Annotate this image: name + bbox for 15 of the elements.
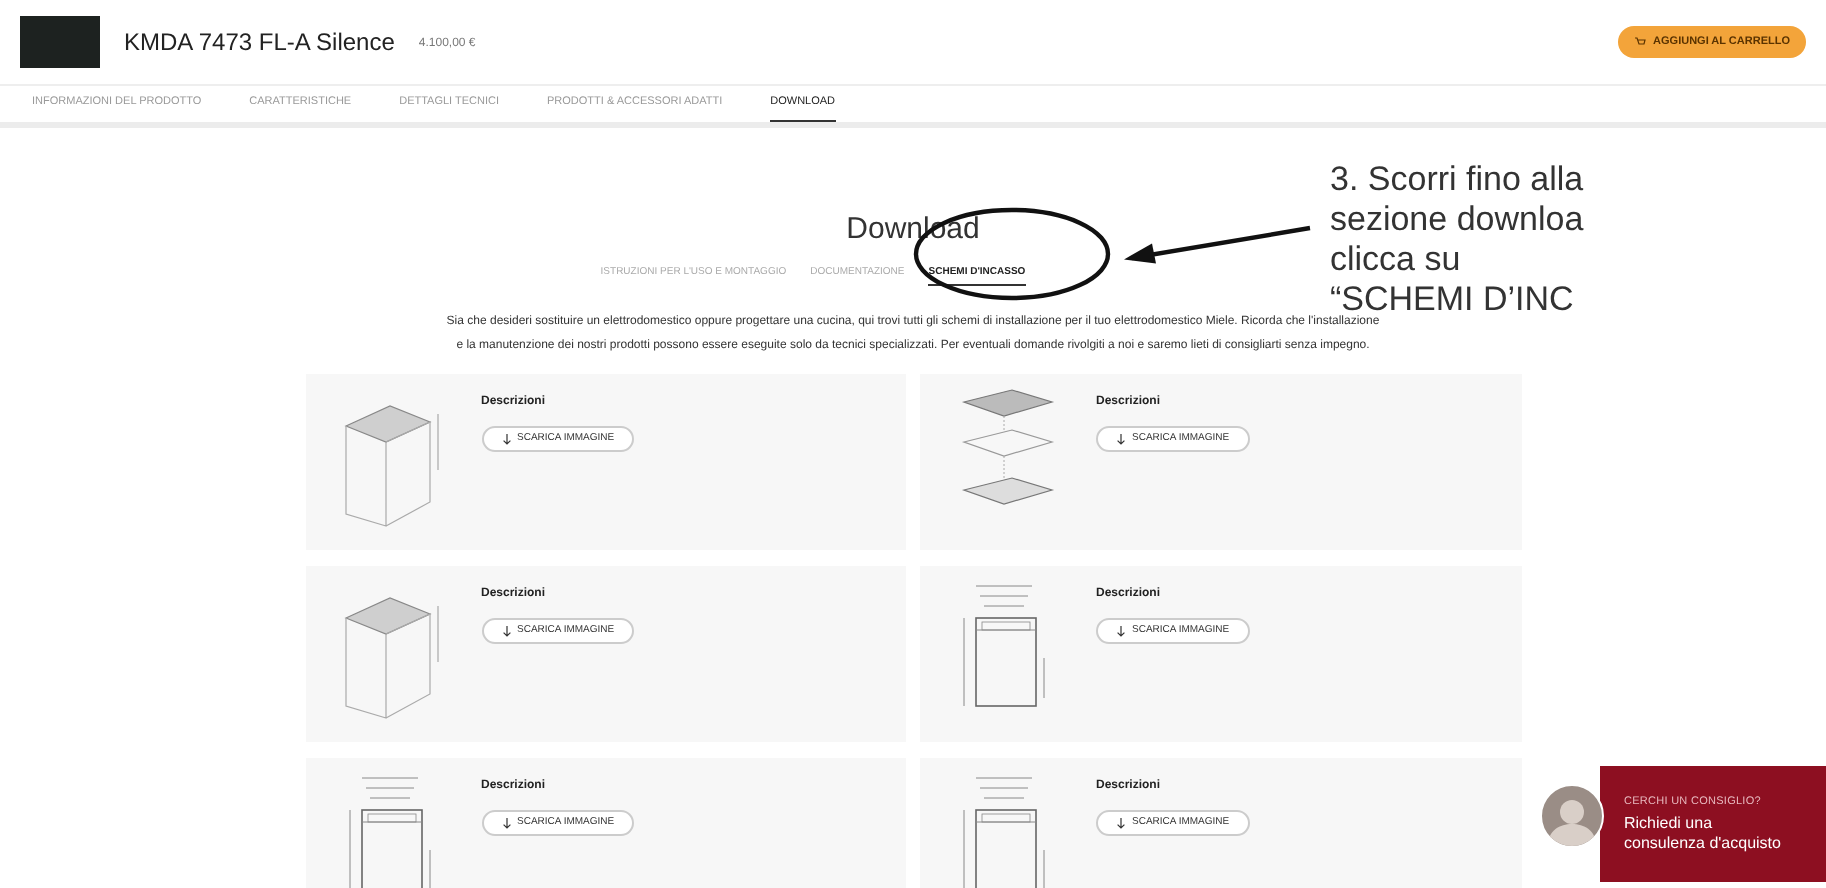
download-arrow-icon <box>1116 625 1126 637</box>
annotation-text: sezione downloa <box>1330 200 1586 240</box>
chat-text: Richiedi una <box>1624 814 1715 835</box>
download-arrow-icon <box>1116 817 1126 829</box>
chat-text: consulenza d'acquisto <box>1624 834 1783 855</box>
cart-icon <box>1633 36 1646 48</box>
product-name: KMDA 7473 FL-A Silence <box>124 26 395 60</box>
download-arrow-icon <box>501 433 511 445</box>
annotation-text: 3. Scorri fino alla <box>1330 160 1586 200</box>
annotation-text: clicca su <box>1330 240 1463 280</box>
person-silhouette-icon <box>1548 794 1596 846</box>
download-arrow-icon <box>501 817 511 829</box>
download-arrow-icon <box>1116 433 1126 445</box>
product-photo-placeholder <box>20 16 100 68</box>
download-arrow-icon <box>501 625 511 637</box>
